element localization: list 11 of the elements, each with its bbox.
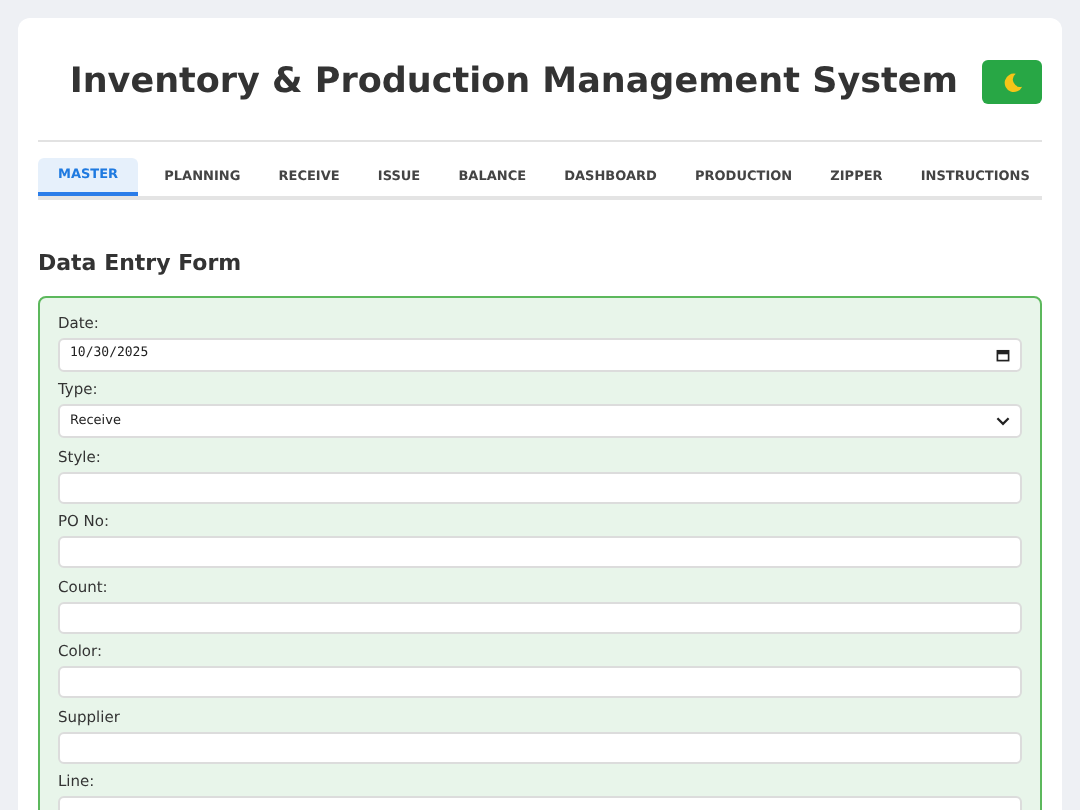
moon-icon <box>1001 71 1023 93</box>
text-field[interactable] <box>58 471 1022 503</box>
text-field[interactable] <box>58 536 1022 568</box>
text-field[interactable] <box>58 666 1022 698</box>
theme-toggle-button[interactable] <box>982 60 1042 104</box>
app-title: Inventory & Production Management System <box>69 59 958 106</box>
form-heading: Data Entry Form <box>38 248 244 280</box>
chevron-down-icon <box>996 416 1010 426</box>
calendar-icon <box>996 347 1010 361</box>
text-field[interactable] <box>58 601 1022 633</box>
text-field[interactable] <box>58 731 1022 763</box>
